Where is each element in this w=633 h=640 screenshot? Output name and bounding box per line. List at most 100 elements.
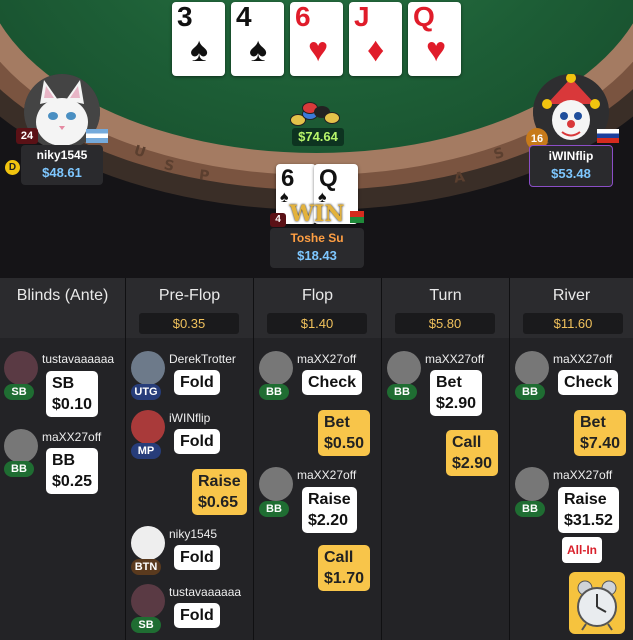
action-amount: $0.65	[198, 494, 239, 511]
win-label: WIN	[289, 201, 345, 227]
player-box-hero[interactable]: Toshe Su $18.43	[270, 228, 364, 268]
avatar	[259, 467, 293, 501]
action-bubble: Check	[302, 370, 363, 395]
action-label: BB	[52, 452, 76, 469]
heart-icon: ♥	[308, 31, 329, 69]
action-bubble: Raise $2.20	[302, 487, 357, 533]
action-label: Bet	[580, 414, 606, 431]
card-rank: 4	[236, 2, 252, 32]
player-name: DerekTrotter	[169, 352, 236, 366]
position-badge: SB	[4, 384, 34, 400]
action-amount: $0.50	[324, 435, 365, 452]
dealer-button-icon: D	[5, 160, 20, 175]
position-badge: BB	[515, 501, 545, 517]
player-name: maXX27off	[297, 468, 357, 482]
action-label: Fold	[180, 549, 214, 566]
avatar	[387, 351, 421, 385]
action-label: Raise	[308, 491, 351, 508]
street-pot: $5.80	[395, 313, 495, 334]
diamond-icon: ♦	[367, 31, 385, 69]
action-bubble: Fold	[174, 603, 220, 628]
position-badge: BB	[387, 384, 417, 400]
action-bubble: Bet $2.90	[430, 370, 483, 416]
action-bubble: BB $0.25	[46, 448, 99, 494]
action-bubble-raise: Raise $0.65	[192, 469, 247, 515]
pot-amount: $74.64	[292, 128, 344, 146]
action-label: Call	[324, 549, 354, 566]
action-label: Bet	[436, 374, 462, 391]
russia-flag-icon	[597, 129, 619, 143]
action-label: Raise	[564, 491, 607, 508]
street-pot: $0.35	[139, 313, 239, 334]
player-name: tustavaaaaaa	[169, 585, 242, 599]
card-rank: 3	[177, 2, 193, 32]
player-box-niky1545[interactable]: niky1545 $48.61	[21, 145, 103, 185]
player-stack: $53.48	[551, 166, 591, 181]
avatar	[131, 351, 165, 385]
action-amount: $31.52	[564, 512, 613, 529]
position-badge: BB	[515, 384, 545, 400]
action-bubble-bet: Bet $7.40	[574, 410, 627, 456]
action-bubble: Fold	[174, 545, 220, 570]
action-bubble: Raise $31.52	[558, 487, 619, 533]
position-badge: BTN	[131, 559, 161, 575]
action-amount: $1.70	[324, 570, 365, 587]
avatar	[131, 526, 165, 560]
avatar	[131, 584, 165, 618]
position-badge: BB	[4, 461, 34, 477]
street-title: Turn	[429, 287, 462, 304]
player-name: maXX27off	[553, 468, 613, 482]
action-label: Check	[564, 374, 613, 391]
time-bank-button[interactable]	[569, 572, 625, 634]
card-rank: 6	[295, 2, 311, 32]
player-name: niky1545	[36, 148, 88, 162]
all-in-badge: All-In	[562, 537, 602, 563]
player-box-iwinflip[interactable]: iWINflip $53.48	[529, 145, 613, 187]
player-stack: $48.61	[42, 165, 82, 180]
level-badge: 24	[16, 128, 38, 144]
action-bubble: Check	[558, 370, 619, 395]
level-badge: 4	[270, 213, 286, 227]
street-title: Pre-Flop	[158, 287, 221, 304]
action-bubble-bet: Bet $0.50	[318, 410, 371, 456]
action-label: Raise	[198, 473, 241, 490]
player-name: maXX27off	[425, 352, 485, 366]
player-name: maXX27off	[297, 352, 357, 366]
avatar	[4, 429, 38, 463]
street-pot: $11.60	[523, 313, 623, 334]
alarm-clock-icon	[577, 580, 617, 631]
heart-icon: ♥	[426, 31, 447, 69]
action-label: SB	[52, 375, 75, 392]
action-amount: $7.40	[580, 435, 621, 452]
avatar	[4, 351, 38, 385]
position-badge: BB	[259, 384, 289, 400]
action-label: Fold	[180, 433, 214, 450]
poker-table: U S P A S 3 ♠ 4 ♠ 6 ♥ J ♦ Q ♥ $74.64 24 …	[0, 0, 633, 278]
player-stack: $18.43	[297, 248, 337, 263]
avatar	[259, 351, 293, 385]
action-amount: $2.90	[452, 455, 493, 472]
board-card-4: J ♦	[349, 2, 402, 76]
action-amount: $0.10	[52, 396, 93, 413]
position-badge: SB	[131, 617, 161, 633]
street-title: River	[552, 287, 591, 304]
position-badge: BB	[259, 501, 289, 517]
action-amount: $2.90	[436, 395, 477, 412]
position-badge: UTG	[131, 384, 161, 400]
street-pot: $1.40	[267, 313, 367, 334]
player-name: niky1545	[169, 527, 218, 541]
avatar	[515, 351, 549, 385]
player-name: Toshe Su	[290, 231, 344, 245]
board-card-3: 6 ♥	[290, 2, 343, 76]
action-bubble: SB $0.10	[46, 371, 99, 417]
rail-letter: A	[452, 169, 466, 187]
action-label: Fold	[180, 374, 214, 391]
action-bubble-call: Call $1.70	[318, 545, 371, 591]
spade-icon: ♠	[190, 31, 209, 69]
action-label: Call	[452, 434, 482, 451]
position-badge: MP	[131, 443, 161, 459]
player-name: maXX27off	[553, 352, 613, 366]
flag-icon	[350, 211, 364, 223]
action-bubble: Fold	[174, 370, 220, 395]
street-title: Blinds (Ante)	[16, 287, 109, 304]
